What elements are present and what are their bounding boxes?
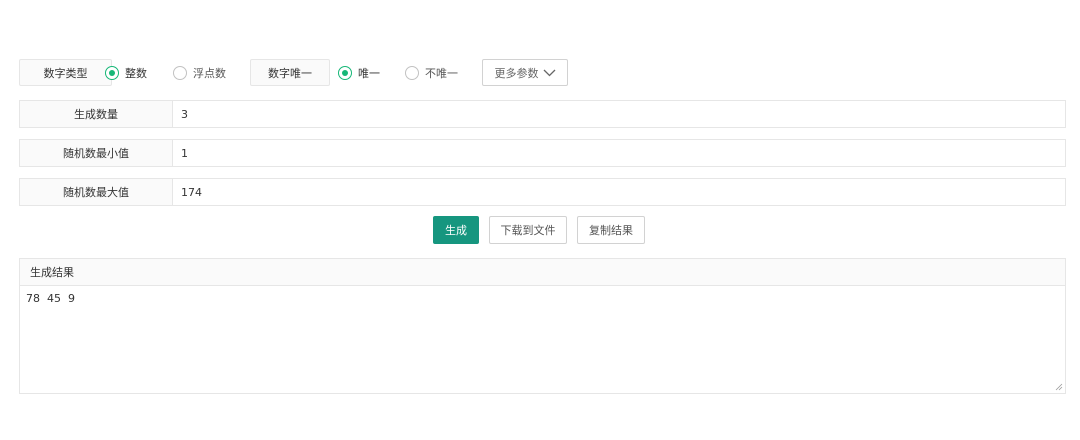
min-input[interactable]: 1 <box>173 140 1065 166</box>
number-type-label: 数字类型 <box>19 59 112 86</box>
max-row: 随机数最大值 174 <box>19 178 1066 206</box>
number-type-label-text: 数字类型 <box>43 66 88 80</box>
min-row: 随机数最小值 1 <box>19 139 1066 167</box>
radio-unique-yes[interactable]: 唯一 <box>338 64 380 81</box>
result-textarea[interactable]: 78 45 9 <box>20 286 1065 311</box>
more-params-label: 更多参数 <box>494 66 539 80</box>
result-panel: 生成结果 78 45 9 <box>19 258 1066 394</box>
radio-unique-no-label: 不唯一 <box>425 66 458 80</box>
radio-float[interactable]: 浮点数 <box>173 64 226 81</box>
max-input[interactable]: 174 <box>173 179 1065 205</box>
count-input[interactable]: 3 <box>173 101 1065 127</box>
radio-checked-icon <box>105 65 119 80</box>
min-label: 随机数最小值 <box>20 140 173 166</box>
count-label: 生成数量 <box>20 101 173 127</box>
radio-checked-icon <box>338 65 352 80</box>
radio-integer[interactable]: 整数 <box>105 64 147 81</box>
unique-label: 数字唯一 <box>250 59 330 86</box>
max-label: 随机数最大值 <box>20 179 173 205</box>
radio-float-label: 浮点数 <box>193 66 226 80</box>
unique-label-text: 数字唯一 <box>268 66 312 80</box>
count-row: 生成数量 3 <box>19 100 1066 128</box>
radio-integer-label: 整数 <box>125 66 147 80</box>
radio-unique-yes-label: 唯一 <box>358 66 380 80</box>
copy-result-button[interactable]: 复制结果 <box>577 216 645 244</box>
resize-grip-icon[interactable] <box>1055 383 1063 391</box>
radio-unique-no[interactable]: 不唯一 <box>405 64 458 81</box>
download-button[interactable]: 下载到文件 <box>489 216 567 244</box>
result-title: 生成结果 <box>20 259 1065 286</box>
radio-unchecked-icon <box>405 65 419 80</box>
radio-unchecked-icon <box>173 65 187 80</box>
chevron-down-icon <box>543 69 555 76</box>
more-params-button[interactable]: 更多参数 <box>482 59 568 86</box>
generate-button[interactable]: 生成 <box>433 216 479 244</box>
